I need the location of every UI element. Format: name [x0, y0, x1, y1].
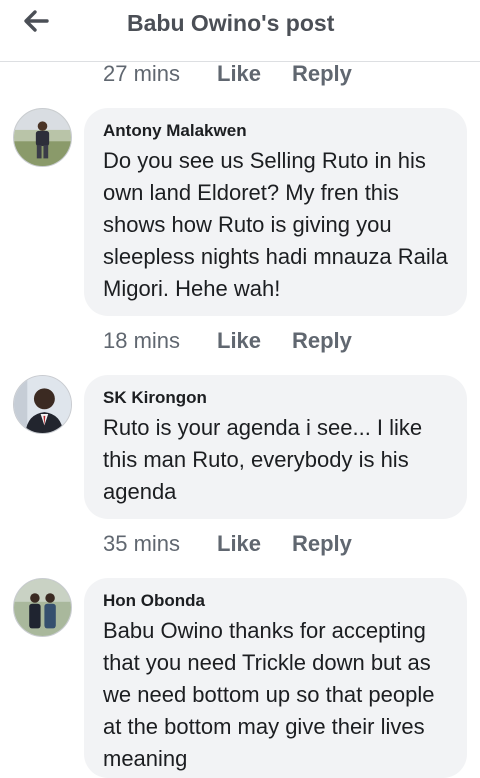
comment-bubble: Antony Malakwen Do you see us Selling Ru… — [84, 108, 467, 316]
avatar[interactable] — [13, 108, 72, 167]
post-header: Babu Owino's post — [0, 0, 480, 62]
comment-meta-row: 18 mins Like Reply — [103, 327, 352, 355]
avatar[interactable] — [13, 578, 72, 637]
comment-author[interactable]: Antony Malakwen — [103, 120, 448, 142]
comment-time: 18 mins — [103, 328, 181, 353]
reply-button[interactable]: Reply — [292, 328, 352, 354]
back-button[interactable] — [18, 6, 54, 36]
comment-text: Ruto is your agenda i see... I like this… — [103, 415, 423, 504]
comment-text: Babu Owino thanks for accepting that you… — [103, 618, 435, 771]
comment-bubble: Hon Obonda Babu Owino thanks for accepti… — [84, 578, 467, 778]
comment-meta-row: 27 mins Like Reply — [103, 60, 352, 88]
like-button[interactable]: Like — [217, 328, 292, 354]
avatar-photo — [14, 109, 71, 166]
comment-bubble: SK Kirongon Ruto is your agenda i see...… — [84, 375, 467, 519]
avatar[interactable] — [13, 375, 72, 434]
comment-time: 35 mins — [103, 531, 181, 556]
comment-author[interactable]: SK Kirongon — [103, 387, 448, 409]
reply-button[interactable]: Reply — [292, 531, 352, 557]
comment-text: Do you see us Selling Ruto in his own la… — [103, 148, 448, 301]
like-button[interactable]: Like — [217, 61, 292, 87]
comment-author[interactable]: Hon Obonda — [103, 590, 448, 612]
page-title: Babu Owino's post — [127, 10, 335, 36]
avatar-photo — [14, 376, 71, 433]
avatar-photo — [14, 579, 71, 636]
comment-meta-row: 35 mins Like Reply — [103, 530, 352, 558]
comment-time: 27 mins — [103, 61, 181, 86]
like-button[interactable]: Like — [217, 531, 292, 557]
arrow-left-icon — [24, 10, 49, 32]
reply-button[interactable]: Reply — [292, 61, 352, 87]
